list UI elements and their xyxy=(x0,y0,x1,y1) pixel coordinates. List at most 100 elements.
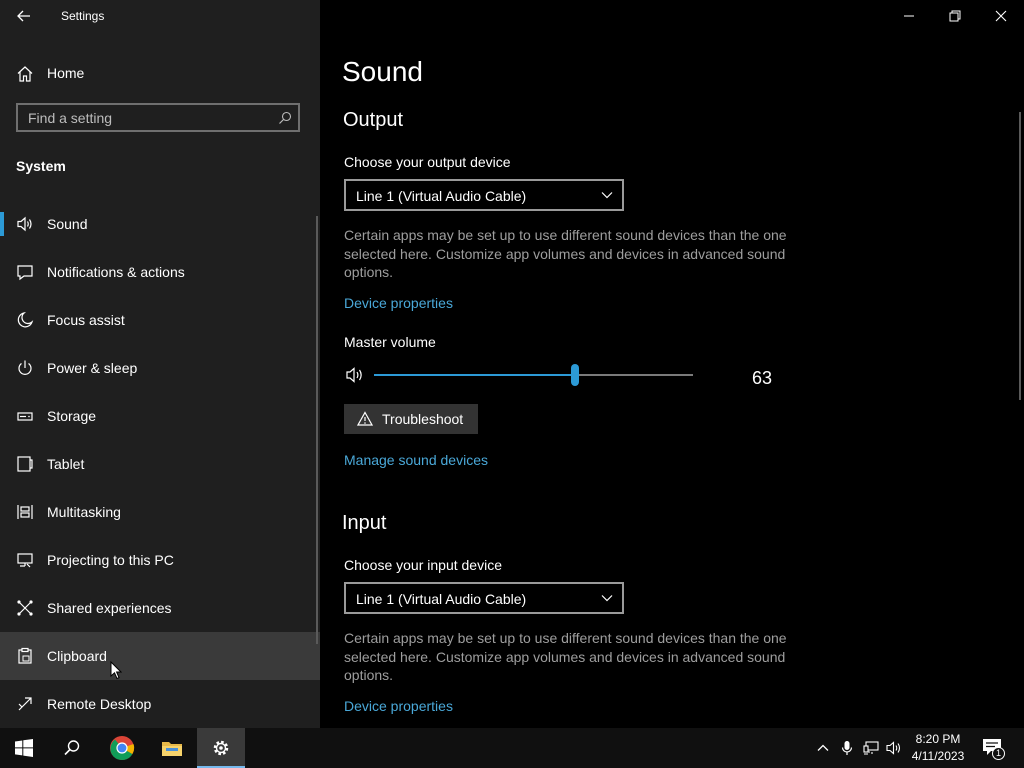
output-device-properties-link[interactable]: Device properties xyxy=(344,295,453,311)
speaker-icon xyxy=(17,216,32,232)
chevron-down-icon xyxy=(601,192,613,199)
sidebar-item-sound[interactable]: Sound xyxy=(0,200,320,248)
chrome-taskbar-button[interactable] xyxy=(98,728,146,768)
mouse-pointer-icon xyxy=(110,661,122,680)
sidebar-item-label: Notifications & actions xyxy=(47,264,185,280)
search-taskbar-button[interactable] xyxy=(48,728,96,768)
sidebar-item-label: Storage xyxy=(47,408,97,424)
output-heading: Output xyxy=(343,109,404,131)
multitasking-icon xyxy=(17,505,33,519)
input-device-label: Choose your input device xyxy=(344,557,502,573)
start-button[interactable] xyxy=(0,728,48,768)
action-center-button[interactable]: 1 xyxy=(982,738,1006,760)
speaker-icon[interactable] xyxy=(886,740,902,756)
sidebar-item-label: Tablet xyxy=(47,456,85,472)
master-volume-label: Master volume xyxy=(344,334,436,350)
manage-sound-devices-link[interactable]: Manage sound devices xyxy=(344,452,488,468)
file-explorer-taskbar-button[interactable] xyxy=(148,728,196,768)
sidebar-scrollbar[interactable] xyxy=(316,216,318,644)
search-input[interactable] xyxy=(28,109,268,127)
close-icon xyxy=(995,10,1007,22)
chevron-down-icon xyxy=(601,595,613,602)
tablet-icon xyxy=(17,456,33,472)
active-indicator xyxy=(0,212,4,236)
app-title: Settings xyxy=(61,9,105,23)
chrome-icon xyxy=(110,736,135,761)
sidebar-item-label: Sound xyxy=(47,216,88,232)
clipboard-icon xyxy=(18,647,32,664)
network-icon[interactable] xyxy=(863,740,879,756)
sidebar-item-projecting[interactable]: Projecting to this PC xyxy=(0,536,320,584)
restore-button[interactable] xyxy=(932,0,978,32)
sidebar-item-label: Shared experiences xyxy=(47,600,172,616)
sidebar-item-label: Clipboard xyxy=(47,648,107,664)
slider-fill xyxy=(374,374,575,376)
output-description: Certain apps may be set up to use differ… xyxy=(344,227,787,280)
sidebar-item-label: Focus assist xyxy=(47,312,125,328)
home-label: Home xyxy=(47,65,85,81)
minimize-icon xyxy=(904,15,914,17)
warning-icon xyxy=(357,411,373,426)
main-scrollbar[interactable] xyxy=(1019,112,1021,400)
notification-icon xyxy=(17,265,33,281)
notification-count-badge: 1 xyxy=(992,747,1005,760)
troubleshoot-button[interactable]: Troubleshoot xyxy=(344,404,478,434)
sidebar-item-power-sleep[interactable]: Power & sleep xyxy=(0,344,320,392)
volume-value: 63 xyxy=(752,368,773,388)
search-box[interactable] xyxy=(16,103,300,132)
volume-mute-toggle-icon[interactable] xyxy=(346,366,366,384)
section-header: System xyxy=(16,158,66,174)
main-content xyxy=(320,0,1024,728)
master-volume-slider[interactable] xyxy=(374,364,693,386)
sidebar-item-focus-assist[interactable]: Focus assist xyxy=(0,296,320,344)
input-description: Certain apps may be set up to use differ… xyxy=(344,630,787,683)
folder-icon xyxy=(162,742,182,756)
microphone-icon[interactable] xyxy=(839,740,855,756)
restore-icon xyxy=(949,10,961,22)
sidebar-item-tablet[interactable]: Tablet xyxy=(0,440,320,488)
input-heading: Input xyxy=(342,512,387,534)
page-title: Sound xyxy=(342,56,423,87)
input-device-properties-link[interactable]: Device properties xyxy=(344,698,453,714)
home-nav-item[interactable]: Home xyxy=(0,52,320,94)
close-button[interactable] xyxy=(978,0,1024,32)
sidebar-item-multitasking[interactable]: Multitasking xyxy=(0,488,320,536)
projecting-icon xyxy=(17,553,33,568)
settings-sidebar: Settings Home System Sound Notifications… xyxy=(0,0,320,728)
sidebar-item-label: Multitasking xyxy=(47,504,121,520)
output-device-dropdown[interactable]: Line 1 (Virtual Audio Cable) xyxy=(344,179,624,211)
storage-icon xyxy=(17,412,33,421)
sidebar-item-label: Remote Desktop xyxy=(47,696,152,712)
minimize-button[interactable] xyxy=(886,0,932,32)
sidebar-item-shared-experiences[interactable]: Shared experiences xyxy=(0,584,320,632)
chevron-up-icon[interactable] xyxy=(815,740,831,756)
moon-icon xyxy=(17,311,34,328)
back-button[interactable] xyxy=(10,6,38,26)
troubleshoot-label: Troubleshoot xyxy=(382,411,464,427)
windows-logo-icon xyxy=(15,739,33,757)
search-icon xyxy=(64,740,80,756)
search-icon[interactable] xyxy=(278,111,292,125)
input-device-value: Line 1 (Virtual Audio Cable) xyxy=(356,591,527,607)
sidebar-item-label: Projecting to this PC xyxy=(47,552,174,568)
output-device-label: Choose your output device xyxy=(344,154,511,170)
clock-time: 8:20 PM xyxy=(915,732,961,746)
sidebar-item-remote-desktop[interactable]: Remote Desktop xyxy=(0,680,320,728)
remote-desktop-icon xyxy=(18,697,32,711)
sidebar-item-label: Power & sleep xyxy=(47,360,138,376)
settings-taskbar-button[interactable] xyxy=(197,728,245,768)
title-bar: Settings xyxy=(0,0,320,32)
shared-experiences-icon xyxy=(17,600,33,616)
sidebar-item-clipboard[interactable]: Clipboard xyxy=(0,632,320,680)
slider-thumb[interactable] xyxy=(571,364,579,386)
input-device-dropdown[interactable]: Line 1 (Virtual Audio Cable) xyxy=(344,582,624,614)
clock-date: 4/11/2023 xyxy=(911,749,965,763)
clock[interactable]: 8:20 PM 4/11/2023 xyxy=(906,731,970,765)
sidebar-item-notifications[interactable]: Notifications & actions xyxy=(0,248,320,296)
power-icon xyxy=(18,360,32,375)
home-icon xyxy=(17,66,33,82)
back-arrow-icon xyxy=(17,10,30,22)
output-device-value: Line 1 (Virtual Audio Cable) xyxy=(356,188,527,204)
gear-icon xyxy=(213,740,229,756)
sidebar-item-storage[interactable]: Storage xyxy=(0,392,320,440)
